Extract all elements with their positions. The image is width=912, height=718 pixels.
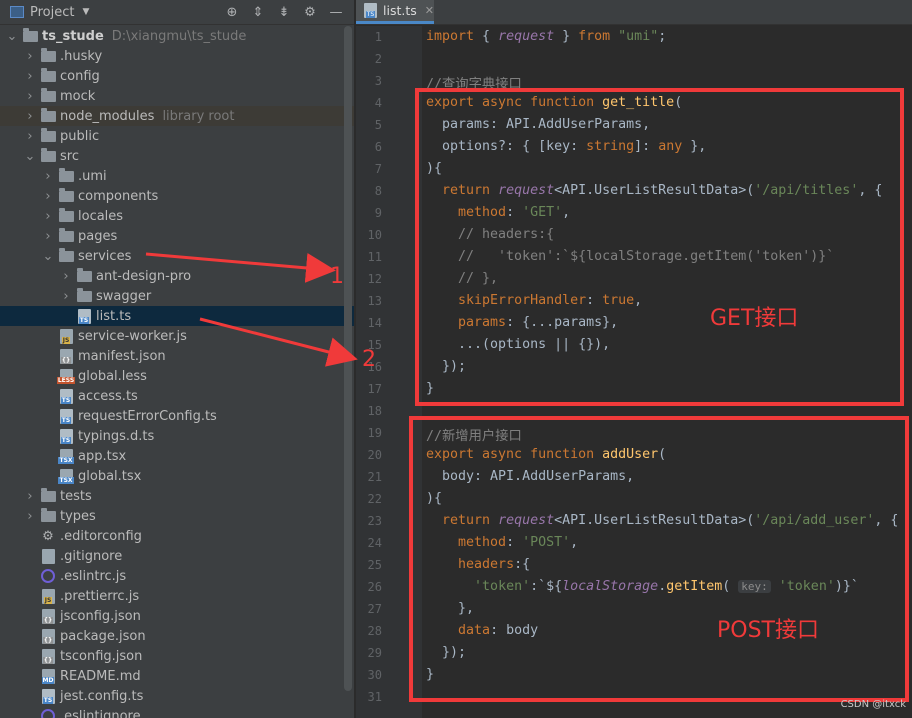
arrow-2: [199, 317, 358, 367]
arrow-1: [145, 252, 336, 283]
annotation-marker-2: 2: [362, 347, 376, 372]
watermark: CSDN @itxck: [840, 699, 906, 710]
annotation-marker-1: 1: [330, 264, 344, 289]
annotation-arrows: [145, 252, 358, 367]
